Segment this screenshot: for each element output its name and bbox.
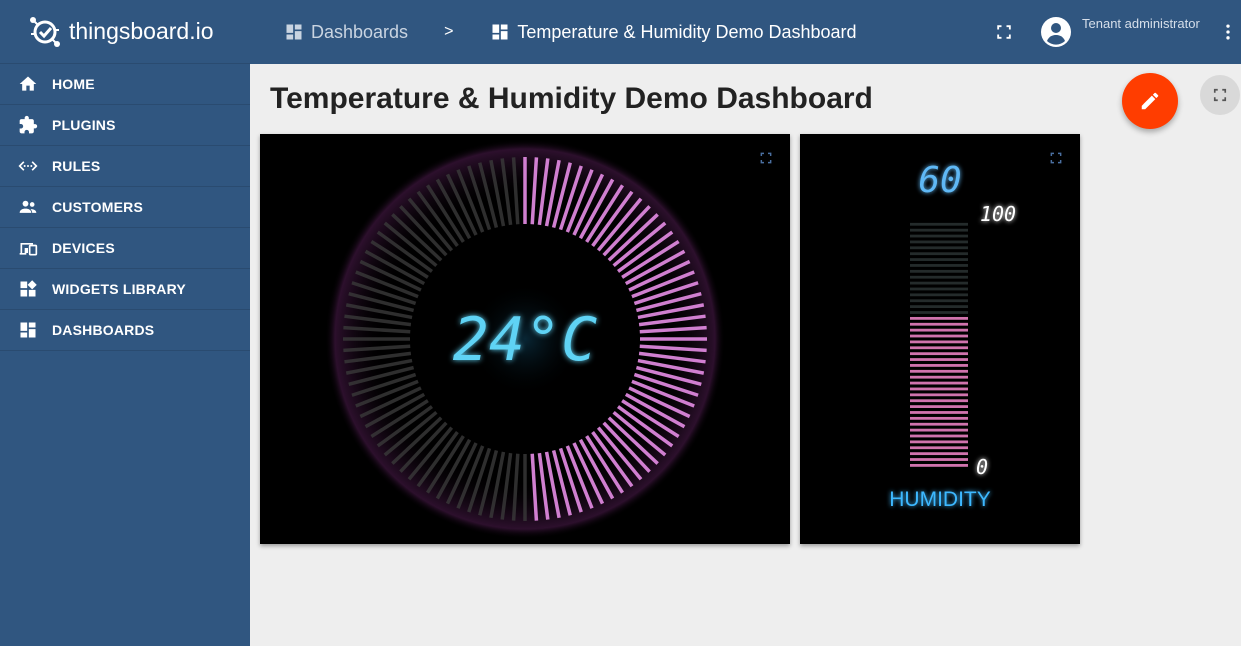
sidebar-item-widgets-library[interactable]: WIDGETS LIBRARY	[0, 269, 250, 310]
more-vert-icon[interactable]	[1218, 22, 1238, 42]
people-icon	[17, 196, 39, 218]
user-role: Tenant administrator	[1082, 16, 1200, 31]
sidebar-item-label: PLUGINS	[52, 117, 116, 133]
humidity-segment	[910, 258, 968, 261]
sidebar: thingsboard.io HOME PLUGINS RULES CUSTOM…	[0, 0, 250, 646]
breadcrumb-current: Temperature & Humidity Demo Dashboard	[490, 21, 857, 43]
humidity-segment	[910, 252, 968, 256]
humidity-segment-active	[910, 328, 968, 332]
humidity-segment-active	[910, 387, 968, 391]
humidity-gauge: 60 100 0 HUMIDITY	[889, 160, 1016, 511]
sidebar-item-label: HOME	[52, 76, 95, 92]
humidity-min-label: 0	[976, 455, 988, 479]
humidity-segment-active	[910, 411, 968, 414]
sidebar-item-customers[interactable]: CUSTOMERS	[0, 187, 250, 228]
widgets-icon	[17, 278, 39, 300]
humidity-segment-active	[910, 393, 968, 397]
humidity-segment-active	[910, 364, 968, 367]
humidity-segment-active	[910, 446, 968, 450]
devices-icon	[17, 237, 39, 259]
breadcrumb-label: Temperature & Humidity Demo Dashboard	[517, 21, 857, 42]
humidity-segment-active	[910, 352, 968, 356]
humidity-segment-active	[910, 416, 968, 420]
dashboard-icon	[490, 22, 510, 42]
brand-name: thingsboard.io	[69, 18, 214, 44]
sidebar-item-label: RULES	[52, 158, 101, 174]
humidity-segment-active	[910, 334, 968, 338]
humidity-segment	[910, 246, 968, 250]
fullscreen-icon[interactable]	[994, 22, 1014, 42]
sidebar-item-label: WIDGETS LIBRARY	[52, 281, 186, 297]
humidity-segment-active	[910, 434, 968, 438]
humidity-segment	[910, 234, 968, 238]
thingsboard-logo-icon	[30, 16, 60, 47]
humidity-label: HUMIDITY	[889, 488, 991, 511]
humidity-bar-widget[interactable]: 60 100 0 HUMIDITY	[800, 134, 1080, 544]
fullscreen-icon	[1213, 88, 1227, 102]
sidebar-item-label: DASHBOARDS	[52, 322, 155, 338]
humidity-segment	[910, 269, 968, 273]
widget-fullscreen-icon[interactable]	[1048, 150, 1064, 166]
humidity-segment-active	[910, 322, 968, 326]
humidity-segment	[910, 264, 968, 267]
humidity-segment	[910, 240, 968, 244]
humidity-segment	[910, 305, 968, 309]
sidebar-item-home[interactable]: HOME	[0, 64, 250, 105]
humidity-segment	[910, 228, 968, 232]
humidity-segment	[910, 275, 968, 279]
humidity-segment-active	[910, 422, 968, 426]
sidebar-item-label: CUSTOMERS	[52, 199, 143, 215]
humidity-segment-active	[910, 381, 968, 385]
page-title: Temperature & Humidity Demo Dashboard	[270, 82, 873, 115]
humidity-segment-active	[910, 464, 968, 467]
sidebar-item-dashboards[interactable]: DASHBOARDS	[0, 310, 250, 351]
brand-logo[interactable]: thingsboard.io	[0, 0, 250, 64]
humidity-segment-active	[910, 428, 968, 432]
humidity-segment	[910, 222, 968, 226]
top-bar: Dashboards > Temperature & Humidity Demo…	[250, 0, 1241, 64]
humidity-segment-active	[910, 316, 968, 320]
humidity-segment-active	[910, 340, 968, 344]
humidity-segment-active	[910, 358, 968, 361]
dashboard-icon	[17, 319, 39, 341]
humidity-segment-active	[910, 346, 968, 350]
widget-fullscreen-icon[interactable]	[758, 150, 774, 166]
edit-button[interactable]	[1122, 73, 1178, 129]
temperature-gauge: 24°C	[325, 139, 725, 539]
humidity-segment-active	[910, 405, 968, 408]
temperature-value: 24°C	[453, 305, 598, 375]
home-icon	[17, 73, 39, 95]
humidity-segment	[910, 287, 968, 291]
sidebar-item-rules[interactable]: RULES	[0, 146, 250, 187]
humidity-segment-active	[910, 399, 968, 403]
puzzle-icon	[17, 114, 39, 136]
sidebar-item-label: DEVICES	[52, 240, 115, 256]
breadcrumb-separator: >	[444, 23, 454, 40]
humidity-segment-active	[910, 458, 968, 461]
sidebar-item-plugins[interactable]: PLUGINS	[0, 105, 250, 146]
humidity-segment-active	[910, 452, 968, 456]
sidebar-item-devices[interactable]: DEVICES	[0, 228, 250, 269]
humidity-segment-active	[910, 440, 968, 444]
pencil-icon	[1141, 92, 1159, 110]
user-avatar-icon[interactable]	[1040, 16, 1072, 48]
humidity-segment-active	[910, 375, 968, 379]
humidity-segment	[910, 299, 968, 303]
humidity-bar	[910, 222, 968, 467]
humidity-segment-active	[910, 369, 968, 373]
humidity-segment	[910, 311, 968, 314]
breadcrumb-dashboards[interactable]: Dashboards	[284, 22, 408, 43]
breadcrumb-label: Dashboards	[311, 21, 409, 42]
humidity-value: 60	[918, 160, 961, 201]
humidity-max-label: 100	[980, 202, 1016, 226]
dashboard-fullscreen-button[interactable]	[1200, 75, 1240, 115]
humidity-segment	[910, 281, 968, 285]
temperature-gauge-widget[interactable]: 24°C	[260, 134, 790, 544]
code-arrows-icon	[17, 155, 39, 177]
humidity-segment	[910, 293, 968, 297]
dashboard-icon	[284, 22, 304, 42]
